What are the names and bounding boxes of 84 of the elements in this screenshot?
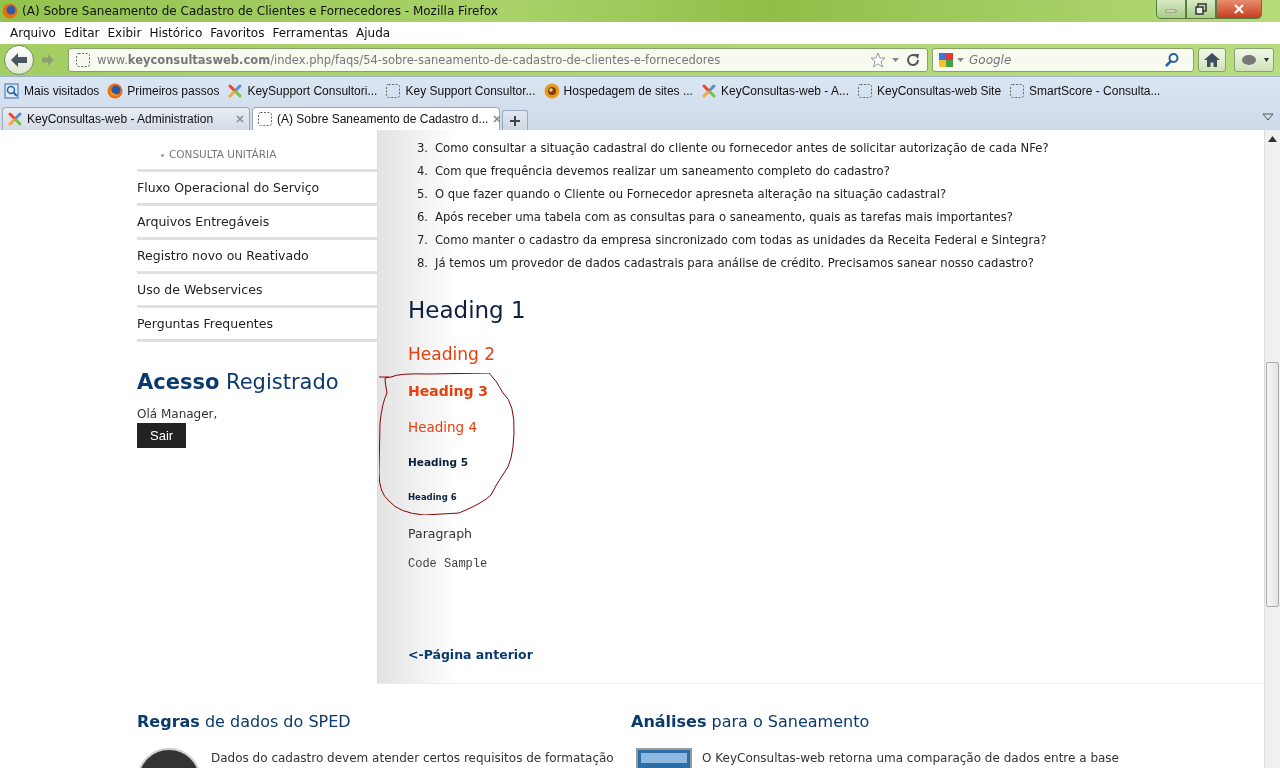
- close-icon[interactable]: [235, 114, 245, 124]
- scrollbar[interactable]: [1264, 130, 1280, 768]
- back-button[interactable]: [4, 45, 34, 75]
- logout-button[interactable]: Sair: [137, 423, 187, 448]
- search-field[interactable]: Google: [967, 52, 1161, 68]
- minimize-button[interactable]: [1156, 0, 1186, 19]
- browser-tab[interactable]: KeyConsultas-web - Administration: [2, 107, 250, 130]
- list-number: 3.: [415, 140, 428, 155]
- heading: Heading 6: [408, 491, 458, 504]
- page-icon: [385, 82, 402, 99]
- faq-link[interactable]: Como manter o cadastro da empresa sincronizado com todas as unidades da Receita Federal e Sintegra?: [435, 232, 1047, 247]
- new-tab-button[interactable]: [502, 110, 528, 130]
- faq-link[interactable]: Como consultar a situação cadastral do cliente ou fornecedor antes de solicitar autorização de cada NFe?: [435, 140, 1049, 155]
- code-sample: Code Sample: [408, 556, 489, 572]
- joomla-icon: [227, 82, 244, 99]
- bookmark-item[interactable]: Primeiros passos: [107, 82, 220, 99]
- menu-item[interactable]: Exibir: [103, 26, 146, 40]
- list-number: 5.: [415, 186, 428, 201]
- caret-icon[interactable]: [892, 58, 899, 62]
- restore-button[interactable]: [1186, 0, 1216, 19]
- heading: Heading 4: [408, 418, 479, 437]
- feature-text: O KeyConsultas-web retorna uma comparação de dados entre a base: [702, 750, 1119, 767]
- search-bar[interactable]: Google: [932, 48, 1194, 72]
- bookmark-item[interactable]: SmartScore - Consulta...: [1009, 82, 1161, 99]
- bookmark-item[interactable]: KeyConsultas-web - A...: [700, 82, 849, 99]
- page-icon: [857, 82, 873, 99]
- close-icon[interactable]: [492, 114, 503, 124]
- feature-text: Dados do cadastro devem atender certos requisitos de formatação: [211, 750, 614, 767]
- menu-item[interactable]: Arquivo: [6, 26, 60, 40]
- address-field[interactable]: www.keyconsultasweb.com/index.php/faqs/54-sobre-saneamento-de-cadastro-de-clientes-e-fornecedores: [68, 48, 928, 72]
- scroll-up-icon[interactable]: [1268, 136, 1277, 142]
- caret-icon[interactable]: [1262, 112, 1274, 122]
- page-icon: [257, 111, 273, 127]
- faq-link[interactable]: Já temos um provedor de dados cadastrais para análise de crédito. Precisamos sanear nosso cadastro?: [435, 255, 1034, 270]
- google-icon: [938, 52, 954, 68]
- addon-button[interactable]: [1234, 48, 1274, 72]
- plus-icon[interactable]: [509, 114, 521, 127]
- search-icon[interactable]: [1164, 52, 1180, 68]
- list-number: 7.: [415, 232, 428, 247]
- paragraph: Paragraph: [408, 525, 474, 543]
- home-icon[interactable]: [1204, 53, 1220, 67]
- menu-item[interactable]: Ferramentas: [268, 26, 353, 40]
- page-icon: [1009, 82, 1026, 99]
- window-title: (A) Sobre Saneamento de Cadastro de Clientes e Fornecedores - Mozilla Firefox: [22, 4, 498, 18]
- heading: Heading 5: [408, 455, 470, 470]
- bookmark-item[interactable]: KeyConsultas-web Site: [857, 82, 1002, 99]
- previous-page-link[interactable]: <-Página anterior: [408, 646, 533, 664]
- bullet-icon: [161, 154, 164, 157]
- list-number: 8.: [415, 255, 428, 270]
- heading: Heading 2: [408, 343, 496, 366]
- home-button[interactable]: [1198, 48, 1226, 72]
- firefox-icon: [2, 3, 18, 19]
- section-title: Análises para o Saneamento: [631, 712, 871, 732]
- back-arrow-icon[interactable]: [10, 52, 28, 68]
- submenu-item[interactable]: CONSULTA UNITÁRIA: [169, 148, 277, 160]
- page-icon: [75, 52, 91, 68]
- section-title: Regras de dados do SPED: [137, 712, 352, 732]
- greeting-text: Olá Manager,: [137, 407, 219, 421]
- faq-link[interactable]: Após receber uma tabela com as consultas para o saneamento, quais as tarefas mais importantes?: [435, 209, 1013, 224]
- heading: Heading 1: [408, 296, 527, 325]
- bookmark-item[interactable]: KeySupport Consultori...: [227, 82, 378, 99]
- close-button[interactable]: [1216, 0, 1262, 19]
- menu-item[interactable]: Favoritos: [206, 26, 269, 40]
- menu-item[interactable]: Histórico: [145, 26, 207, 40]
- joomla-icon: [700, 82, 717, 99]
- joomla-icon: [7, 111, 23, 127]
- menu-item[interactable]: Ajuda: [352, 26, 395, 40]
- firefox-icon: [107, 82, 124, 99]
- bookmark-item[interactable]: Hospedagem de sites ...: [543, 82, 693, 99]
- caret-icon[interactable]: [957, 58, 964, 62]
- globe-icon: [543, 82, 560, 99]
- bookmark-item[interactable]: Key Support Consultor...: [385, 82, 536, 99]
- list-number: 6.: [415, 209, 428, 224]
- browser-tab[interactable]: (A) Sobre Saneamento de Cadastro d...: [252, 107, 500, 130]
- star-icon[interactable]: [870, 52, 886, 68]
- menu-item[interactable]: Editar: [59, 26, 104, 40]
- faq-link[interactable]: Com que frequência devemos realizar um saneamento completo do cadastro?: [435, 163, 890, 178]
- bookmark-item[interactable]: Mais visitados: [4, 82, 100, 99]
- heading: Heading 3: [408, 382, 490, 401]
- faq-link[interactable]: O que fazer quando o Cliente ou Fornecedor apresneta alteração na situação cadastral?: [435, 186, 947, 201]
- list-number: 4.: [415, 163, 428, 178]
- section-title: Acesso Registrado: [137, 370, 340, 394]
- reload-icon[interactable]: [905, 52, 921, 68]
- restore-icon[interactable]: [1195, 3, 1207, 15]
